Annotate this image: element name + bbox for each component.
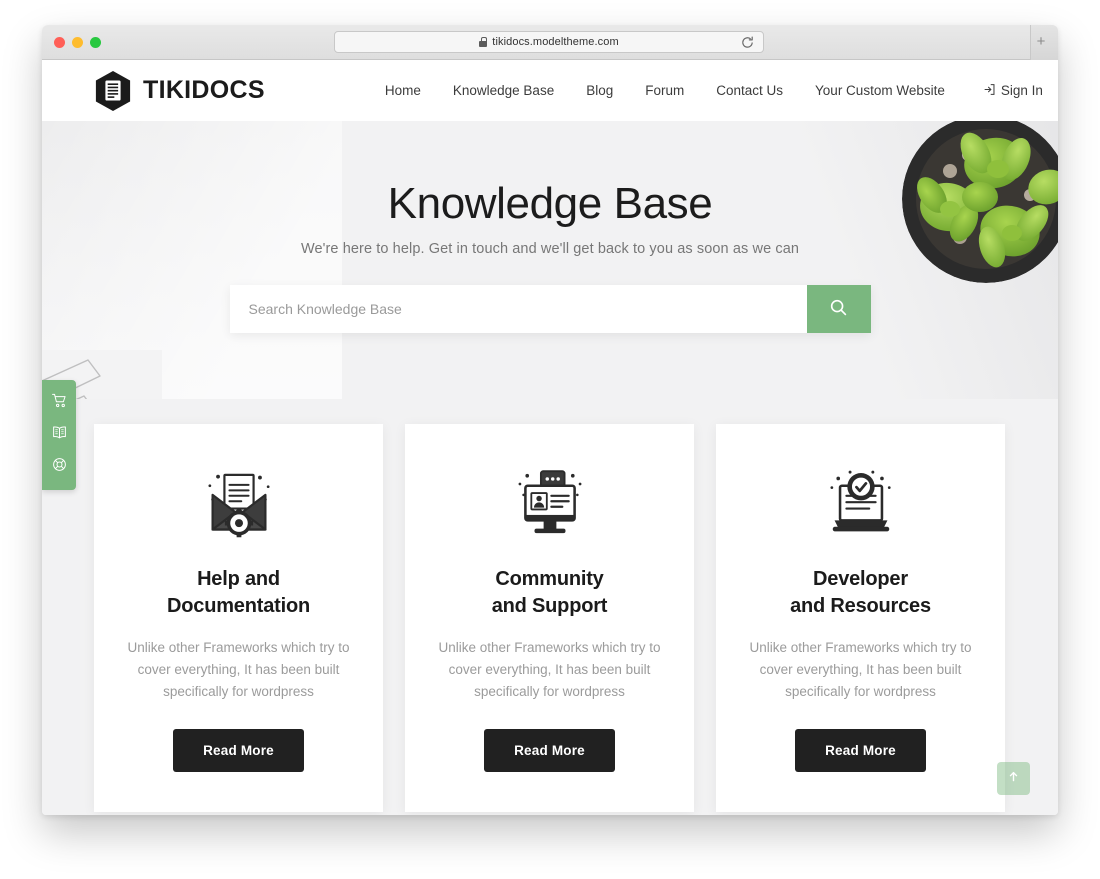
lifebuoy-icon — [51, 456, 68, 478]
close-window-button[interactable] — [54, 37, 65, 48]
scroll-to-top-button[interactable] — [997, 762, 1030, 795]
hexagon-document-icon — [94, 70, 132, 112]
feature-card-help-documentation: Help and Documentation Unlike other Fram… — [94, 424, 383, 812]
hero-subtitle: We're here to help. Get in touch and we'… — [300, 241, 800, 258]
feature-cards: Help and Documentation Unlike other Fram… — [94, 424, 1006, 812]
nav-item-contact-us[interactable]: Contact Us — [700, 83, 799, 98]
feature-card-title: Developer and Resources — [744, 566, 977, 620]
plus-icon[interactable]: + — [1034, 34, 1048, 49]
logo-text: TIKIDOCS — [143, 76, 265, 104]
feature-cards-section: Help and Documentation Unlike other Fram… — [42, 399, 1058, 815]
lock-icon — [479, 37, 488, 47]
maximize-window-button[interactable] — [90, 37, 101, 48]
side-widget-support[interactable] — [42, 451, 76, 483]
envelope-document-gear-icon — [122, 466, 355, 542]
sign-in-label: Sign In — [1000, 83, 1043, 98]
sign-in-button[interactable]: Sign In — [961, 83, 1043, 99]
read-more-button[interactable]: Read More — [484, 728, 615, 772]
nav-item-forum[interactable]: Forum — [629, 83, 700, 98]
shopping-cart-icon — [51, 392, 68, 414]
hero-content: Knowledge Base We're here to help. Get i… — [42, 121, 1058, 334]
search-bar — [229, 285, 871, 334]
site-header: TIKIDOCS Home Knowledge Base Blog Forum … — [42, 60, 1058, 121]
browser-window: tikidocs.modeltheme.com + TIKIDOCS Home … — [42, 25, 1058, 815]
page-viewport: TIKIDOCS Home Knowledge Base Blog Forum … — [42, 60, 1058, 815]
card-title-line-2: and Support — [491, 595, 608, 617]
open-book-icon — [51, 424, 68, 446]
search-icon — [829, 298, 848, 320]
feature-card-developer-resources: Developer and Resources Unlike other Fra… — [716, 424, 1005, 812]
side-widget-documentation[interactable] — [42, 419, 76, 451]
url-text: tikidocs.modeltheme.com — [492, 36, 619, 48]
nav-item-blog[interactable]: Blog — [570, 83, 629, 98]
nav-item-knowledge-base[interactable]: Knowledge Base — [437, 83, 570, 98]
read-more-button[interactable]: Read More — [795, 728, 926, 772]
window-controls — [54, 37, 101, 48]
address-bar[interactable]: tikidocs.modeltheme.com — [334, 31, 764, 53]
search-button[interactable] — [806, 285, 871, 334]
feature-card-title: Help and Documentation — [122, 566, 355, 620]
hero-section: Knowledge Base We're here to help. Get i… — [42, 121, 1058, 399]
site-logo[interactable]: TIKIDOCS — [94, 70, 265, 112]
sign-in-icon — [983, 83, 996, 99]
nav-item-your-custom-website[interactable]: Your Custom Website — [799, 83, 961, 98]
search-input[interactable] — [229, 285, 807, 334]
card-title-line-2: Documentation — [167, 595, 310, 617]
side-widget-bar — [42, 380, 76, 490]
reload-icon[interactable] — [740, 35, 755, 50]
feature-card-community-support: Community and Support Unlike other Frame… — [405, 424, 694, 812]
browser-chrome: tikidocs.modeltheme.com + — [42, 25, 1058, 60]
card-title-line-1: Help and — [197, 568, 280, 590]
arrow-up-icon — [1007, 770, 1020, 788]
read-more-button[interactable]: Read More — [173, 728, 304, 772]
minimize-window-button[interactable] — [72, 37, 83, 48]
monitor-profile-chat-icon — [433, 466, 666, 542]
laptop-check-badge-icon — [744, 466, 977, 542]
feature-card-description: Unlike other Frameworks which try to cov… — [749, 640, 972, 699]
feature-card-description: Unlike other Frameworks which try to cov… — [127, 640, 350, 699]
side-widget-cart[interactable] — [42, 387, 76, 419]
page-title: Knowledge Base — [387, 179, 713, 228]
nav-item-home[interactable]: Home — [369, 83, 437, 98]
feature-card-title: Community and Support — [433, 566, 666, 620]
card-title-line-2: and Resources — [790, 595, 931, 617]
main-navigation: Home Knowledge Base Blog Forum Contact U… — [369, 83, 1043, 99]
card-title-line-1: Community — [495, 568, 604, 590]
feature-card-description: Unlike other Frameworks which try to cov… — [438, 640, 661, 699]
card-title-line-1: Developer — [813, 568, 908, 590]
